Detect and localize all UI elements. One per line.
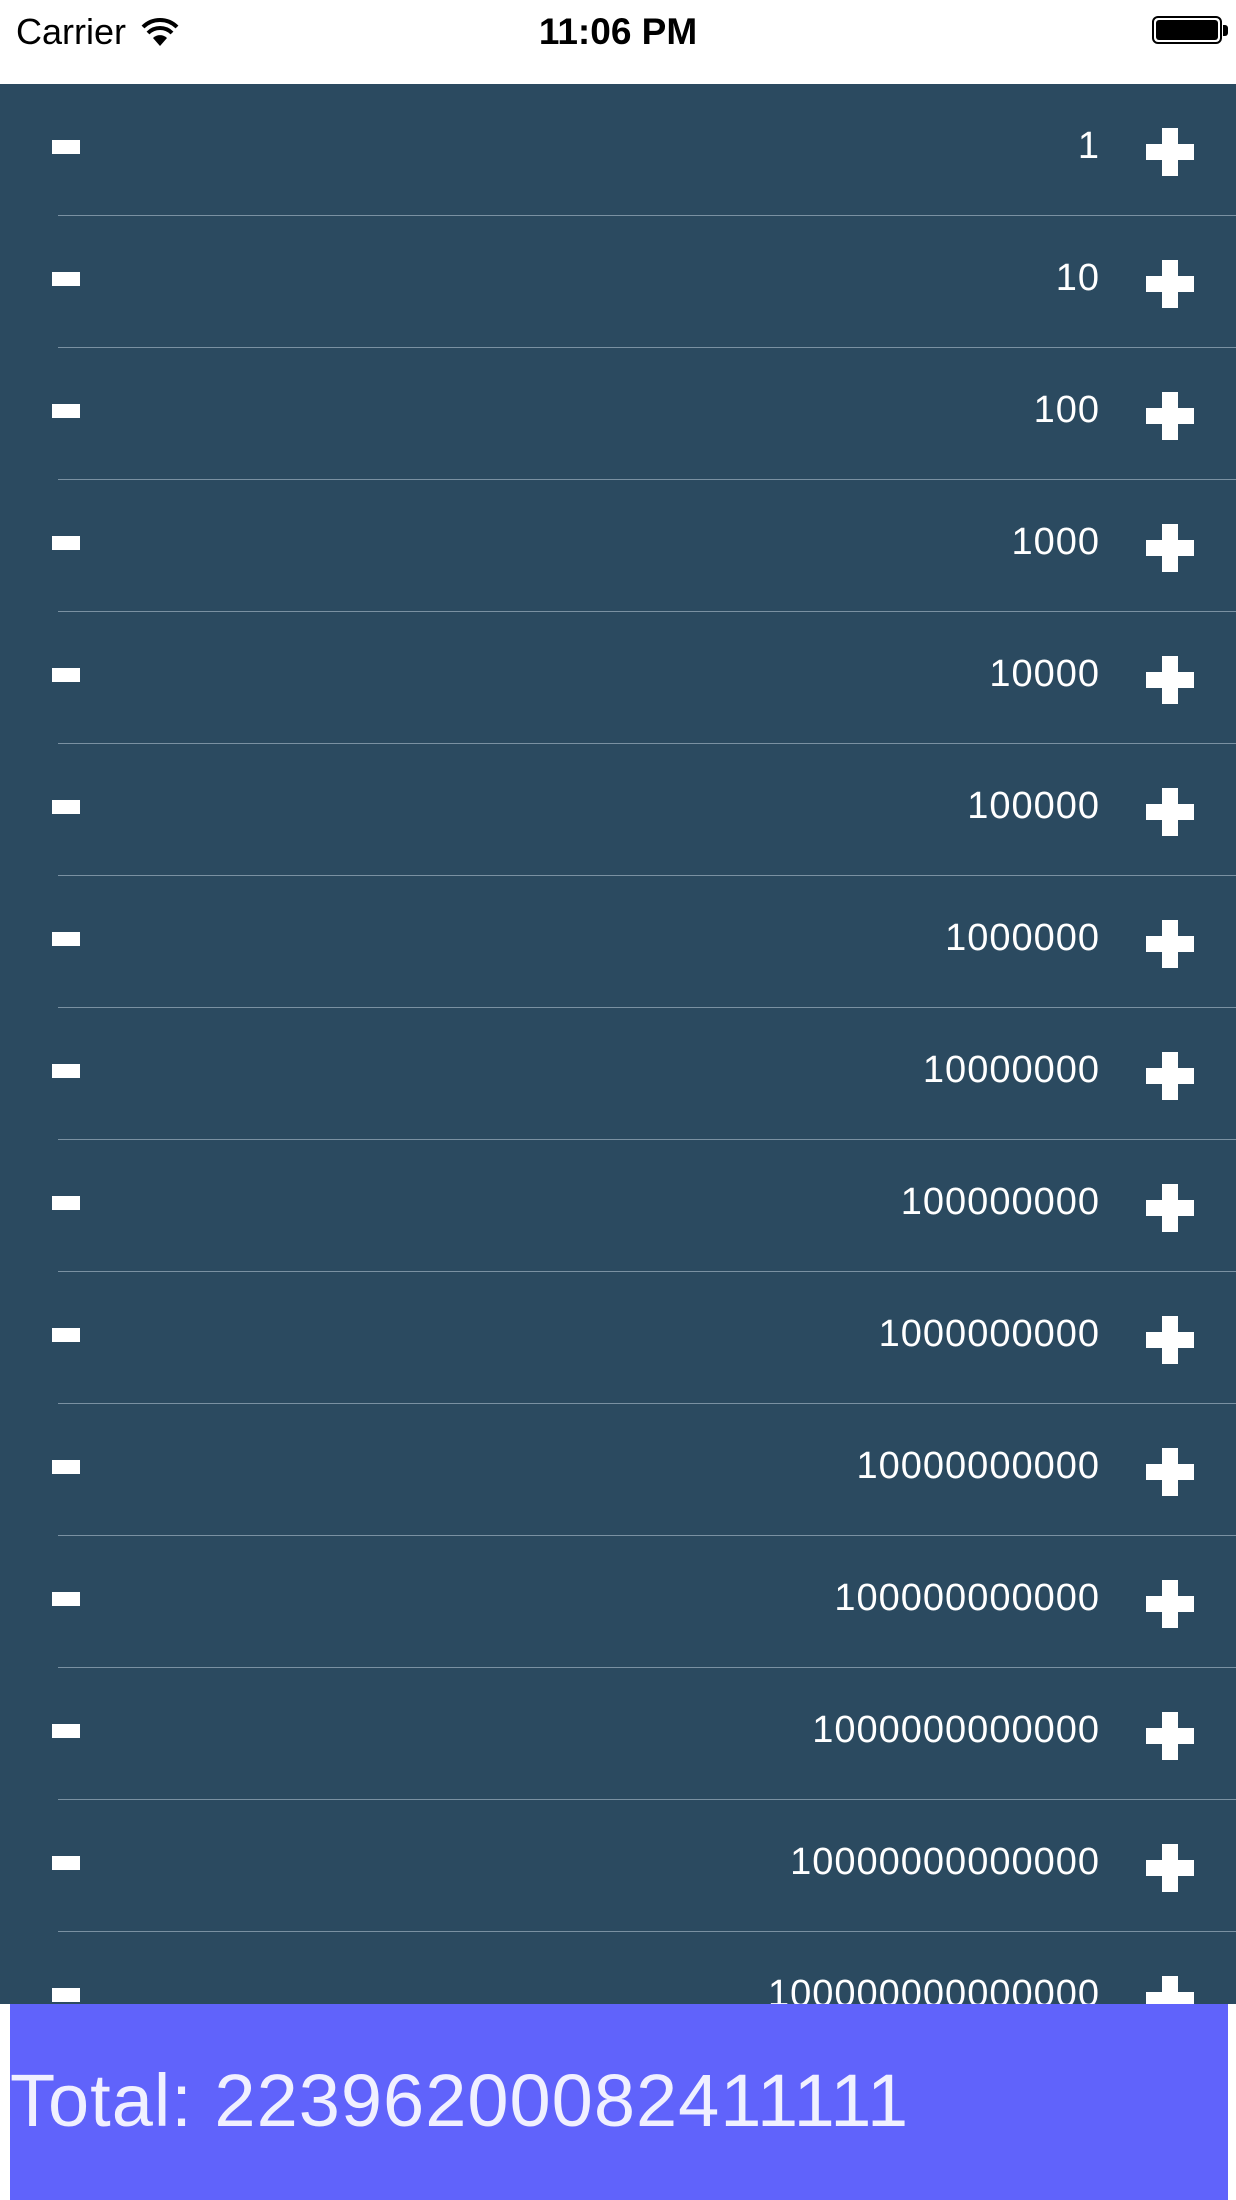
row-value: 100000000000000 <box>767 1973 1100 2004</box>
counter-row: 1000000000 <box>0 1272 1236 1404</box>
minus-button[interactable] <box>52 1988 80 2002</box>
counter-row: 1000 <box>0 480 1236 612</box>
clock: 11:06 PM <box>538 11 698 52</box>
counter-row: 10000000000000 <box>0 1800 1236 1932</box>
row-value: 10000000 <box>922 1049 1100 1091</box>
row-value: 100 <box>1033 389 1100 431</box>
minus-button[interactable] <box>52 1328 80 1342</box>
counter-row: 10000000000 <box>0 1404 1236 1536</box>
plus-button[interactable] <box>1146 260 1194 308</box>
plus-button[interactable] <box>1146 524 1194 572</box>
minus-button[interactable] <box>52 536 80 550</box>
total-bar: Total: 22396200082411111 <box>10 2004 1228 2200</box>
row-value: 100000000 <box>900 1181 1100 1223</box>
counter-row: 100000000000000 <box>0 1932 1236 2004</box>
plus-button[interactable] <box>1146 920 1194 968</box>
minus-button[interactable] <box>52 140 80 154</box>
counter-row: 100000000 <box>0 1140 1236 1272</box>
counter-row: 1 <box>0 84 1236 216</box>
minus-button[interactable] <box>52 1196 80 1210</box>
counter-row: 10 <box>0 216 1236 348</box>
minus-button[interactable] <box>52 272 80 286</box>
plus-button[interactable] <box>1146 1844 1194 1892</box>
row-value: 10 <box>1055 257 1100 299</box>
row-value: 100000 <box>967 785 1100 827</box>
plus-button[interactable] <box>1146 1580 1194 1628</box>
status-bar: Carrier 11:06 PM <box>0 0 1236 84</box>
counter-row: 10000 <box>0 612 1236 744</box>
counter-row: 100000 <box>0 744 1236 876</box>
plus-button[interactable] <box>1146 392 1194 440</box>
total-label: Total: 22396200082411111 <box>10 2059 910 2142</box>
plus-button[interactable] <box>1146 1316 1194 1364</box>
minus-button[interactable] <box>52 404 80 418</box>
row-value: 10000 <box>989 653 1100 695</box>
plus-button[interactable] <box>1146 1712 1194 1760</box>
counter-row: 1000000000000 <box>0 1668 1236 1800</box>
minus-button[interactable] <box>52 800 80 814</box>
battery-icon <box>1152 16 1222 44</box>
minus-button[interactable] <box>52 1592 80 1606</box>
plus-button[interactable] <box>1146 1052 1194 1100</box>
plus-button[interactable] <box>1146 128 1194 176</box>
plus-button[interactable] <box>1146 1448 1194 1496</box>
minus-button[interactable] <box>52 1856 80 1870</box>
minus-button[interactable] <box>52 1460 80 1474</box>
row-value: 1000000000000 <box>812 1709 1100 1751</box>
row-value: 1 <box>1077 125 1100 167</box>
plus-button[interactable] <box>1146 1184 1194 1232</box>
counter-row: 100 <box>0 348 1236 480</box>
minus-button[interactable] <box>52 1064 80 1078</box>
row-value: 1000000 <box>945 917 1100 959</box>
minus-button[interactable] <box>52 1724 80 1738</box>
row-value: 10000000000000 <box>790 1841 1100 1883</box>
minus-button[interactable] <box>52 932 80 946</box>
row-value: 1000 <box>1011 521 1100 563</box>
counter-row: 100000000000 <box>0 1536 1236 1668</box>
row-value: 1000000000 <box>878 1313 1100 1355</box>
counter-row: 10000000 <box>0 1008 1236 1140</box>
counter-row: 1000000 <box>0 876 1236 1008</box>
plus-button[interactable] <box>1146 656 1194 704</box>
plus-button[interactable] <box>1146 1976 1194 2004</box>
minus-button[interactable] <box>52 668 80 682</box>
battery-tip <box>1223 25 1228 36</box>
row-value: 100000000000 <box>834 1577 1100 1619</box>
counter-list[interactable]: 1 10 100 1000 10000 100000 1000000 10000000 1000… <box>0 84 1236 2004</box>
row-value: 10000000000 <box>856 1445 1100 1487</box>
plus-button[interactable] <box>1146 788 1194 836</box>
